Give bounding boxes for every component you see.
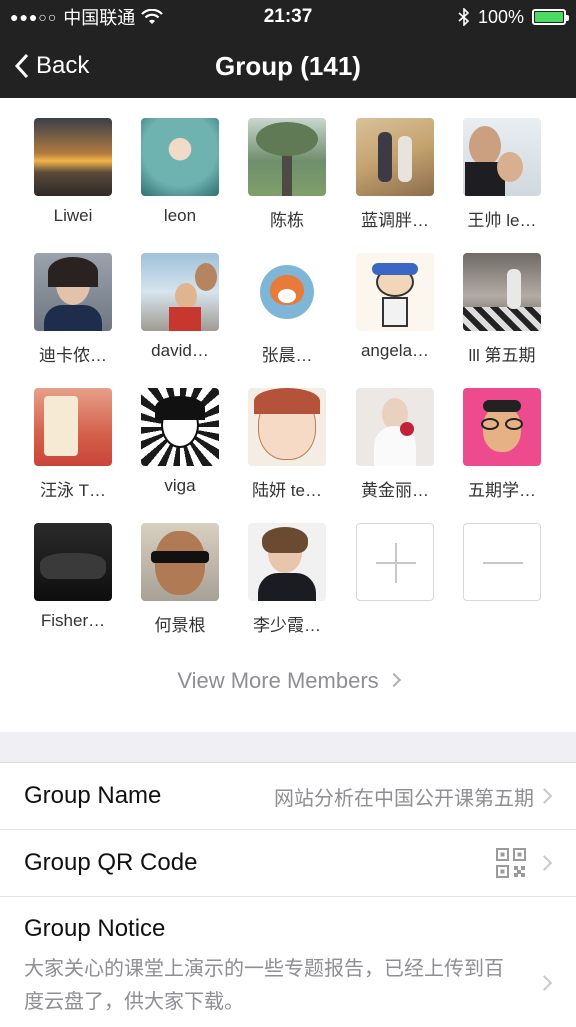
battery-percent: 100% — [477, 6, 524, 27]
group-notice-label: Group Notice — [24, 915, 166, 942]
member-item[interactable]: 汪泳 T… — [19, 388, 127, 501]
members-panel: Liwei leon 陈栋 蓝调胖… 王帅 le… 迪卡侬… david… 张晨… — [0, 98, 576, 732]
remove-member-button[interactable] — [448, 523, 556, 601]
battery-icon — [532, 9, 569, 25]
member-item[interactable]: 王帅 le… — [448, 118, 556, 231]
group-name-label: Group Name — [24, 782, 162, 809]
add-member-icon — [356, 523, 434, 601]
member-item[interactable]: 张晨… — [233, 253, 341, 366]
back-button[interactable]: Back — [14, 52, 89, 80]
avatar — [463, 388, 541, 466]
avatar — [356, 388, 434, 466]
carrier-name: 中国联通 — [63, 8, 136, 28]
avatar — [463, 118, 541, 196]
member-name: 陆妍 te… — [252, 481, 322, 500]
member-item[interactable]: 何景根 — [126, 523, 234, 636]
member-name: 张晨… — [261, 346, 313, 365]
member-name: 五期学… — [468, 481, 536, 500]
member-name: 迪卡侬… — [39, 346, 107, 365]
avatar — [141, 118, 219, 196]
member-name: 何景根 — [154, 616, 206, 635]
group-qr-label: Group QR Code — [24, 849, 198, 876]
avatar — [34, 388, 112, 466]
member-item[interactable]: Fisher… — [19, 523, 127, 631]
navigation-bar: Back Group (141) — [0, 34, 576, 98]
avatar — [248, 118, 326, 196]
back-chevron-icon — [14, 53, 29, 79]
avatar — [34, 253, 112, 331]
remove-member-icon — [463, 523, 541, 601]
member-name: 陈栋 — [270, 211, 304, 230]
member-item[interactable]: lll 第五期 — [448, 253, 556, 366]
group-qr-code-row[interactable]: Group QR Code — [0, 830, 576, 897]
member-item[interactable]: 五期学… — [448, 388, 556, 501]
bluetooth-icon — [458, 8, 470, 26]
member-item[interactable]: 陆妍 te… — [233, 388, 341, 501]
group-name-value: 网站分析在中国公开课第五期 — [274, 787, 534, 810]
member-name: 汪泳 T… — [39, 481, 107, 500]
member-name: Fisher… — [40, 611, 106, 630]
avatar — [248, 388, 326, 466]
chevron-right-icon — [386, 673, 401, 688]
view-more-members-link[interactable]: View More Members — [0, 668, 576, 694]
wifi-icon — [141, 9, 164, 24]
member-name: leon — [163, 206, 197, 225]
avatar — [356, 253, 434, 331]
avatar — [248, 523, 326, 601]
chevron-right-icon — [536, 975, 553, 991]
back-label: Back — [36, 52, 90, 79]
member-item[interactable]: 蓝调胖… — [341, 118, 449, 231]
avatar — [248, 253, 326, 331]
qr-code-icon — [496, 848, 526, 878]
member-item[interactable]: 黄金丽… — [341, 388, 449, 501]
view-more-label: View More Members — [177, 668, 379, 693]
member-item[interactable]: leon — [126, 118, 234, 226]
avatar — [141, 388, 219, 466]
avatar — [141, 523, 219, 601]
member-item[interactable]: 陈栋 — [233, 118, 341, 231]
member-name: 蓝调胖… — [361, 211, 429, 230]
member-name: Liwei — [53, 206, 93, 225]
status-bar: ●●●○○ 中国联通 21:37 100% — [0, 0, 576, 34]
avatar — [34, 523, 112, 601]
member-item[interactable]: viga — [126, 388, 234, 496]
member-name: 王帅 le… — [467, 211, 537, 230]
member-item[interactable]: 李少霞… — [233, 523, 341, 636]
group-settings-list: Group Name 网站分析在中国公开课第五期 Group QR Code G… — [0, 762, 576, 1027]
member-item[interactable]: david… — [126, 253, 234, 361]
add-member-button[interactable] — [341, 523, 449, 601]
signal-icon: ●●●○○ — [10, 9, 58, 25]
member-item[interactable]: angela… — [341, 253, 449, 361]
chevron-right-icon — [536, 855, 553, 871]
member-name: angela… — [360, 341, 430, 360]
member-name: 黄金丽… — [361, 481, 429, 500]
member-name: viga — [164, 476, 196, 495]
member-name: david… — [151, 341, 209, 360]
member-item[interactable]: Liwei — [19, 118, 127, 226]
avatar — [356, 118, 434, 196]
group-notice-text: 大家关心的课堂上演示的一些专题报告，已经上传到百度云盘了，供大家下载。 — [24, 958, 504, 1013]
avatar — [34, 118, 112, 196]
member-item[interactable]: 迪卡侬… — [19, 253, 127, 366]
avatar — [141, 253, 219, 331]
group-name-row[interactable]: Group Name 网站分析在中国公开课第五期 — [0, 763, 576, 830]
group-notice-row[interactable]: Group Notice 大家关心的课堂上演示的一些专题报告，已经上传到百度云盘… — [0, 897, 576, 1027]
avatar — [463, 253, 541, 331]
member-name: lll 第五期 — [468, 346, 536, 365]
member-name: 李少霞… — [253, 616, 321, 635]
